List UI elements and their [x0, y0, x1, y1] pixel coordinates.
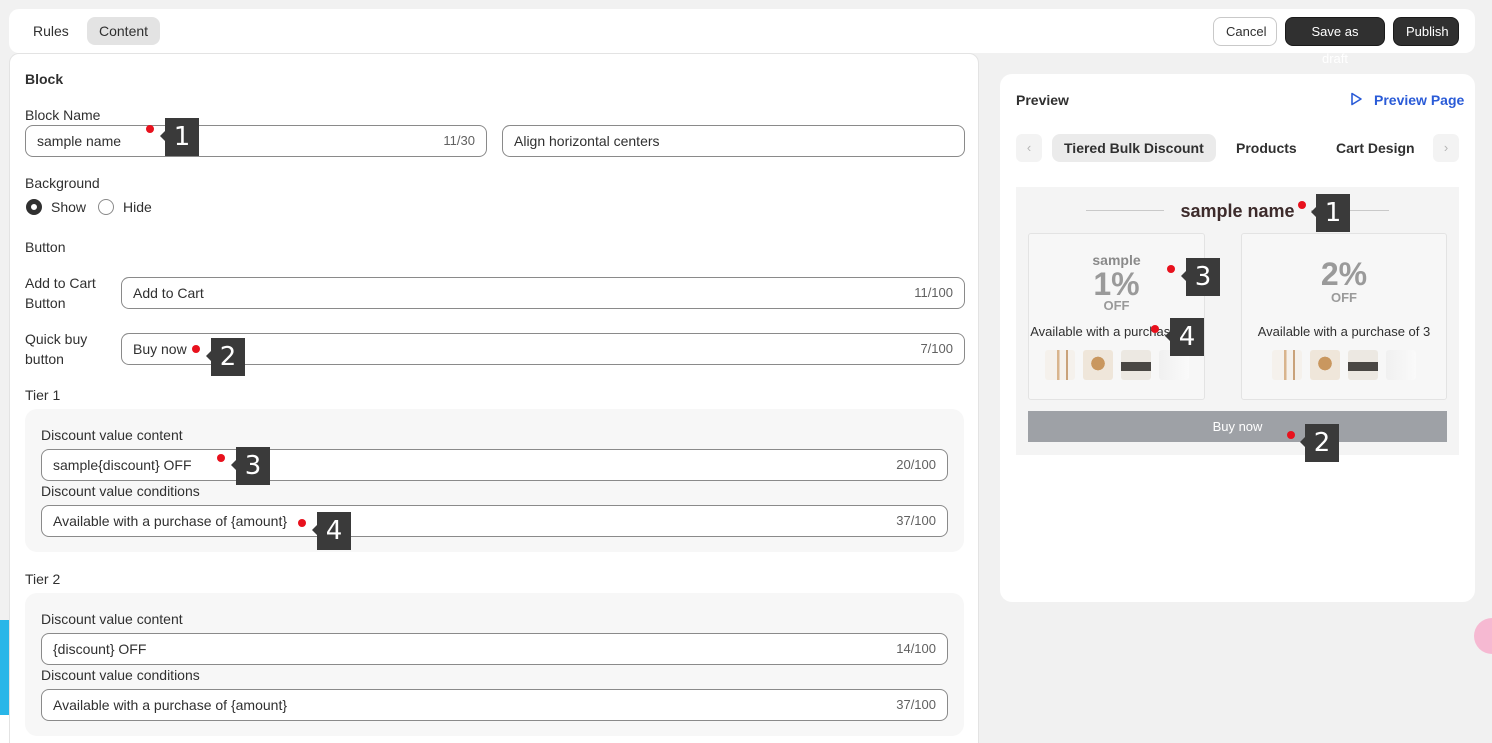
block-name-counter: 11/30: [443, 133, 475, 148]
block-settings-panel: Block Block Name sample name 11/30 Align…: [9, 53, 979, 743]
preview-tab-tiered-bulk-discount[interactable]: Tiered Bulk Discount: [1052, 134, 1216, 162]
tier2-conditions-input[interactable]: Available with a purchase of {amount} 37…: [41, 689, 948, 721]
marker-dot: [146, 125, 154, 133]
product-thumbnail[interactable]: [1082, 350, 1113, 380]
marker-badge: 1: [1311, 194, 1350, 232]
marker-badge: 1: [160, 118, 199, 156]
preview-canvas: sample name sample 1% OFF Available with…: [1016, 187, 1459, 455]
publish-button[interactable]: Publish: [1393, 17, 1459, 46]
preview-block-title: sample name: [1180, 201, 1295, 221]
product-thumbnail[interactable]: [1310, 350, 1340, 380]
marker-dot: [298, 519, 306, 527]
marker-badge: 4: [1165, 318, 1204, 356]
alignment-select[interactable]: Align horizontal centers: [502, 125, 965, 157]
quick-buy-label-line1: Quick buy: [25, 331, 88, 347]
tier2-content-input[interactable]: {discount} OFF 14/100: [41, 633, 948, 665]
tier1-content-input[interactable]: sample{discount} OFF 20/100: [41, 449, 948, 481]
product-thumbnail[interactable]: [1120, 350, 1151, 380]
quick-buy-value: Buy now: [133, 341, 187, 357]
background-strip: [0, 620, 9, 715]
chevron-right-icon[interactable]: ›: [1433, 134, 1459, 162]
marker-dot: [217, 454, 225, 462]
save-draft-button[interactable]: Save as draft: [1285, 17, 1385, 66]
preview-tab-products[interactable]: Products: [1224, 134, 1309, 162]
product-thumbnail[interactable]: [1386, 350, 1416, 380]
quick-buy-input[interactable]: Buy now 7/100: [121, 333, 965, 365]
add-to-cart-label-line2: Button: [25, 295, 66, 311]
block-name-input[interactable]: sample name 11/30: [25, 125, 487, 157]
tier2-conditions-counter: 37/100: [896, 697, 936, 712]
top-bar: Rules Content Cancel Save as draft Publi…: [9, 9, 1475, 66]
marker-dot: [1298, 201, 1306, 209]
marker-dot: [1167, 265, 1175, 273]
quick-buy-counter: 7/100: [920, 341, 953, 356]
tab-content[interactable]: Content: [87, 17, 161, 45]
background-label: Background: [25, 175, 100, 191]
marker-badge: 4: [312, 512, 351, 550]
marker-dot: [1151, 325, 1159, 333]
product-thumbnail[interactable]: [1044, 350, 1075, 380]
preview-buy-now-button[interactable]: Buy now: [1028, 411, 1447, 442]
block-section-title: Block: [25, 71, 64, 87]
block-name-label: Block Name: [25, 107, 101, 123]
tier1-content-value: sample{discount} OFF: [53, 457, 192, 473]
button-section-label: Button: [25, 239, 66, 255]
tier2-product-thumbnails: [1242, 350, 1446, 380]
tier1-box: Discount value content sample{discount} …: [25, 409, 964, 552]
tier1-preview-off: OFF: [1103, 298, 1130, 313]
tier1-preview-card[interactable]: sample 1% OFF Available with a purchase …: [1028, 233, 1205, 400]
tier2-title: Tier 2: [25, 571, 61, 587]
play-icon[interactable]: [1349, 92, 1363, 106]
tier2-content-label: Discount value content: [41, 611, 183, 627]
tier1-content-label: Discount value content: [41, 427, 183, 443]
product-thumbnail[interactable]: [1272, 350, 1302, 380]
block-name-value: sample name: [37, 133, 122, 149]
tier1-content-counter: 20/100: [896, 457, 936, 472]
marker-dot: [1287, 431, 1295, 439]
preview-panel: Preview Preview Page ‹ Tiered Bulk Disco…: [1000, 74, 1475, 602]
quick-buy-label-line2: button: [25, 351, 64, 367]
marker-dot: [192, 345, 200, 353]
tab-rules[interactable]: Rules: [21, 17, 81, 45]
tier2-preview-card[interactable]: 2% OFF Available with a purchase of 3: [1241, 233, 1447, 400]
preview-title: Preview: [1016, 92, 1069, 108]
marker-badge: 3: [231, 447, 270, 485]
marker-badge: 2: [1300, 424, 1339, 462]
tier1-conditions-value: Available with a purchase of {amount}: [53, 513, 288, 529]
background-hide-label: Hide: [123, 199, 152, 215]
add-to-cart-label-line1: Add to Cart: [25, 275, 96, 291]
tier1-conditions-label: Discount value conditions: [41, 483, 200, 499]
tier1-title: Tier 1: [25, 387, 61, 403]
background-hide-radio[interactable]: [98, 199, 114, 215]
preview-page-link[interactable]: Preview Page: [1374, 92, 1464, 108]
tier2-preview-condition: Available with a purchase of 3: [1257, 324, 1431, 339]
tier2-conditions-label: Discount value conditions: [41, 667, 200, 683]
product-thumbnail[interactable]: [1348, 350, 1378, 380]
chevron-left-icon[interactable]: ‹: [1016, 134, 1042, 162]
tier2-content-value: {discount} OFF: [53, 641, 147, 657]
preview-tab-cart-design[interactable]: Cart Design: [1324, 134, 1427, 162]
tier1-conditions-counter: 37/100: [896, 513, 936, 528]
background-show-label: Show: [51, 199, 87, 215]
background-show-radio[interactable]: [26, 199, 42, 215]
tier2-preview-off: OFF: [1331, 290, 1357, 305]
cancel-button[interactable]: Cancel: [1213, 17, 1277, 46]
tier1-conditions-input[interactable]: Available with a purchase of {amount} 37…: [41, 505, 948, 537]
tier2-content-counter: 14/100: [896, 641, 936, 656]
marker-badge: 2: [206, 338, 245, 376]
preview-tabs: ‹ Tiered Bulk Discount Products Cart Des…: [1016, 134, 1459, 162]
marker-badge: 3: [1181, 258, 1220, 296]
tier2-preview-discount: 2%: [1320, 256, 1368, 292]
background-strip-bottom: [0, 715, 9, 743]
alignment-value: Align horizontal centers: [514, 133, 660, 149]
add-to-cart-value: Add to Cart: [133, 285, 204, 301]
tier2-box: Discount value content {discount} OFF 14…: [25, 593, 964, 736]
floating-chat-button[interactable]: [1474, 618, 1492, 654]
add-to-cart-counter: 11/100: [914, 285, 953, 300]
tier2-conditions-value: Available with a purchase of {amount}: [53, 697, 288, 713]
add-to-cart-input[interactable]: Add to Cart 11/100: [121, 277, 965, 309]
